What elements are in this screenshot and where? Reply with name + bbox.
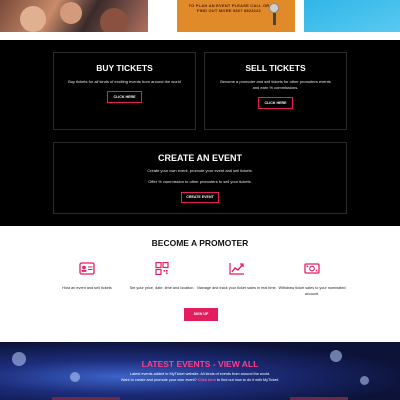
feature-withdraw: Withdraw ticket sales to your nominated … <box>272 262 352 298</box>
sell-tickets-card: SELL TICKETS Become a promoter and sell … <box>204 52 347 130</box>
create-event-card: CREATE AN EVENT Create your own event, p… <box>53 142 347 214</box>
party-photo[interactable] <box>0 0 148 32</box>
feature-host-event: Host an event and sell tickets <box>47 262 127 292</box>
buy-tickets-title: BUY TICKETS <box>96 63 153 73</box>
latest-events-section: LATEST EVENTS - VIEW ALL Latest events a… <box>0 342 400 400</box>
microphone-icon <box>269 3 279 25</box>
promoter-section: BECOME A PROMOTER Host an event and sell… <box>0 226 400 342</box>
buy-tickets-text: Buy tickets for all kinds of exciting ev… <box>68 79 181 84</box>
sign-up-button[interactable]: SIGN UP <box>184 308 218 321</box>
event-flyer-image[interactable]: TO PLAN AN EVENT PLEASE CALL OR FIND OUT… <box>177 0 295 32</box>
hero-image-strip: TO PLAN AN EVENT PLEASE CALL OR FIND OUT… <box>0 0 400 40</box>
sky-photo[interactable] <box>304 0 400 32</box>
sell-tickets-text: Become a promoter and sell tickets for o… <box>220 79 331 90</box>
qr-code-icon <box>155 261 169 276</box>
id-card-icon <box>79 262 95 275</box>
latest-events-link[interactable]: LATEST EVENTS - VIEW ALL <box>0 359 400 369</box>
sell-tickets-title: SELL TICKETS <box>245 63 306 73</box>
feature-text: Set your price, date, time and location. <box>129 286 195 290</box>
feature-text: Host an event and sell tickets <box>62 286 112 290</box>
cash-icon <box>304 263 320 274</box>
create-event-title: CREATE AN EVENT <box>157 153 242 163</box>
create-event-line-2: Offer % commission to other promoters to… <box>148 179 252 184</box>
feature-manage-sales: Manage and track your ticket sales in re… <box>197 262 277 292</box>
create-event-button[interactable]: CREATE EVENT <box>181 192 219 203</box>
tickets-section: BUY TICKETS Buy tickets for all kinds of… <box>0 40 400 226</box>
feature-text: Manage and track your ticket sales in re… <box>197 286 277 290</box>
click-here-link[interactable]: Click here <box>198 378 216 382</box>
sell-tickets-button[interactable]: CLICK HERE <box>258 97 293 109</box>
page: TO PLAN AN EVENT PLEASE CALL OR FIND OUT… <box>0 0 400 400</box>
promoter-title: BECOME A PROMOTER <box>151 238 249 248</box>
feature-set-price: Set your price, date, time and location. <box>122 261 202 292</box>
create-event-line-1: Create your own event, promote your even… <box>147 168 253 173</box>
trend-chart-icon <box>229 263 244 275</box>
buy-tickets-button[interactable]: CLICK HERE <box>107 91 142 103</box>
line-2-suffix: to find out how to do it with MyTicket. <box>215 377 280 382</box>
latest-events-line-2: Want to create and promote your own even… <box>0 378 400 384</box>
feature-text: Withdraw ticket sales to your nominated … <box>278 286 346 296</box>
buy-tickets-card: BUY TICKETS Buy tickets for all kinds of… <box>53 52 196 130</box>
flyer-banner-text: TO PLAN AN EVENT PLEASE CALL OR FIND OUT… <box>188 3 270 13</box>
line-2-prefix: Want to create and promote your own even… <box>120 377 198 382</box>
